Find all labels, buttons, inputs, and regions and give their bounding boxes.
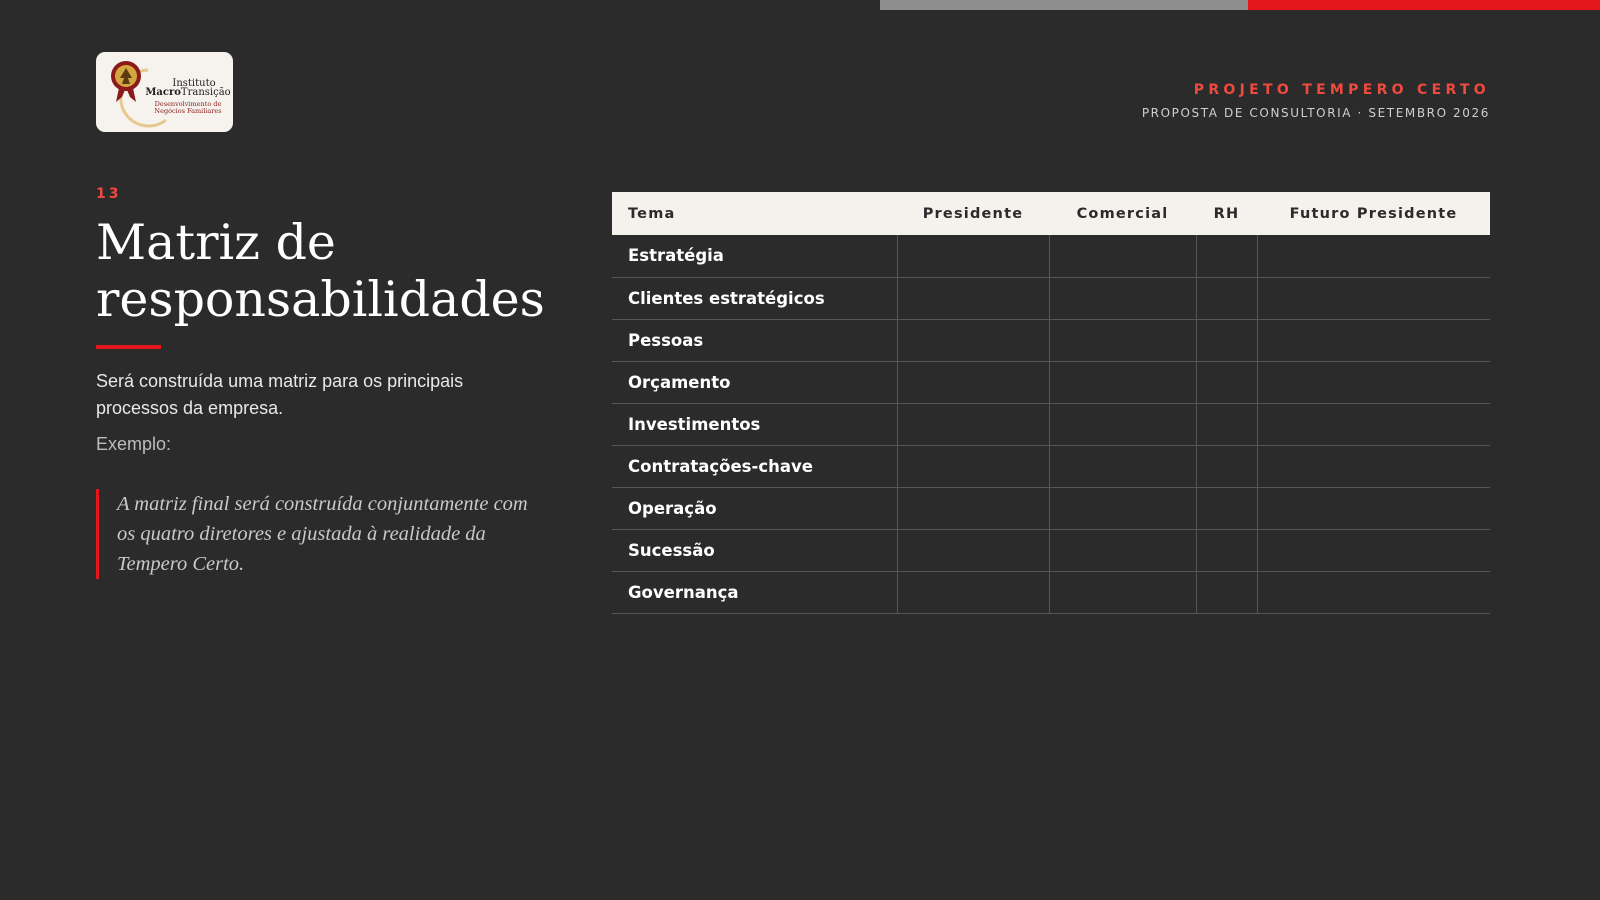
matrix-cell bbox=[1256, 361, 1490, 404]
top-accent-bar-red bbox=[1248, 0, 1600, 10]
matrix-cell bbox=[1048, 487, 1196, 530]
matrix-cell bbox=[1048, 571, 1196, 614]
column-header-tema: Tema bbox=[612, 192, 897, 235]
title-underline bbox=[96, 345, 161, 349]
matrix-cell bbox=[1195, 319, 1257, 362]
row-label: Investimentos bbox=[612, 403, 897, 446]
row-label: Operação bbox=[612, 487, 897, 530]
matrix-cell bbox=[896, 403, 1049, 446]
example-label: Exemplo: bbox=[96, 434, 172, 454]
matrix-cell bbox=[1048, 403, 1196, 446]
responsibility-matrix-table: Tema Presidente Comercial RH Futuro Pres… bbox=[612, 192, 1490, 614]
table-row: Pessoas bbox=[612, 319, 1490, 362]
matrix-cell bbox=[1048, 319, 1196, 362]
table-row: Governança bbox=[612, 571, 1490, 614]
matrix-cell bbox=[896, 319, 1049, 362]
row-label: Sucessão bbox=[612, 529, 897, 572]
slide-title-line-2: responsabilidades bbox=[96, 271, 545, 328]
matrix-cell bbox=[1256, 235, 1490, 278]
matrix-cell bbox=[1195, 571, 1257, 614]
matrix-cell bbox=[896, 529, 1049, 572]
row-label: Pessoas bbox=[612, 319, 897, 362]
matrix-cell bbox=[1048, 277, 1196, 320]
matrix-cell bbox=[1256, 529, 1490, 572]
matrix-cell bbox=[1195, 403, 1257, 446]
table-row: Sucessão bbox=[612, 529, 1490, 572]
svg-text:MacroTransição: MacroTransição bbox=[145, 87, 230, 98]
logo-line-4: Negócios Familiares bbox=[154, 107, 221, 115]
matrix-cell bbox=[896, 361, 1049, 404]
matrix-cell bbox=[1195, 445, 1257, 488]
row-label: Orçamento bbox=[612, 361, 897, 404]
matrix-cell bbox=[896, 277, 1049, 320]
table-row: Investimentos bbox=[612, 403, 1490, 446]
table-row: Contratações-chave bbox=[612, 445, 1490, 488]
row-label: Estratégia bbox=[612, 235, 897, 278]
matrix-cell bbox=[1256, 445, 1490, 488]
table-row: Operação bbox=[612, 487, 1490, 530]
slide-title-line-1: Matriz de bbox=[96, 214, 336, 271]
column-header-rh: RH bbox=[1196, 192, 1257, 235]
matrix-cell bbox=[1195, 487, 1257, 530]
column-header-futuro-presidente: Futuro Presidente bbox=[1257, 192, 1490, 235]
matrix-cell bbox=[1195, 529, 1257, 572]
matrix-cell bbox=[896, 487, 1049, 530]
project-title: PROJETO TEMPERO CERTO bbox=[1193, 82, 1490, 98]
slide-number: 13 bbox=[96, 186, 122, 202]
matrix-cell bbox=[1048, 445, 1196, 488]
matrix-cell bbox=[1048, 361, 1196, 404]
column-header-comercial: Comercial bbox=[1049, 192, 1196, 235]
deck-header: PROJETO TEMPERO CERTO PROPOSTA DE CONSUL… bbox=[1142, 82, 1490, 120]
matrix-cell bbox=[1256, 403, 1490, 446]
matrix-cell bbox=[1195, 361, 1257, 404]
matrix-cell bbox=[1256, 571, 1490, 614]
matrix-cell bbox=[1195, 277, 1257, 320]
table-row: Orçamento bbox=[612, 361, 1490, 404]
matrix-cell bbox=[1256, 487, 1490, 530]
matrix-cell bbox=[1256, 277, 1490, 320]
table-row: Clientes estratégicos bbox=[612, 277, 1490, 320]
matrix-header-row: Tema Presidente Comercial RH Futuro Pres… bbox=[612, 192, 1490, 235]
matrix-cell bbox=[1048, 529, 1196, 572]
matrix-cell bbox=[1195, 235, 1257, 278]
row-label: Governança bbox=[612, 571, 897, 614]
table-row: Estratégia bbox=[612, 235, 1490, 278]
slide-title: Matriz de responsabilidades bbox=[96, 214, 576, 328]
row-label: Clientes estratégicos bbox=[612, 277, 897, 320]
logo-line-2a: Macro bbox=[145, 87, 181, 98]
column-header-presidente: Presidente bbox=[897, 192, 1049, 235]
logo-line-2b: Transição bbox=[181, 87, 231, 98]
project-subtitle: PROPOSTA DE CONSULTORIA · SETEMBRO 2026 bbox=[1141, 106, 1490, 120]
matrix-cell bbox=[1048, 235, 1196, 278]
matrix-cell bbox=[896, 445, 1049, 488]
matrix-cell bbox=[896, 235, 1049, 278]
note-quote: A matriz final será construída conjuntam… bbox=[96, 489, 541, 579]
row-label: Contratações-chave bbox=[612, 445, 897, 488]
slide-description: Será construída uma matriz para os princ… bbox=[96, 371, 464, 418]
institute-logo: Instituto MacroTransição Desenvolvimento… bbox=[96, 52, 233, 132]
logo-graphic: Instituto MacroTransição Desenvolvimento… bbox=[111, 61, 231, 128]
matrix-cell bbox=[1256, 319, 1490, 362]
matrix-cell bbox=[896, 571, 1049, 614]
top-accent-bar-gray bbox=[880, 0, 1248, 10]
